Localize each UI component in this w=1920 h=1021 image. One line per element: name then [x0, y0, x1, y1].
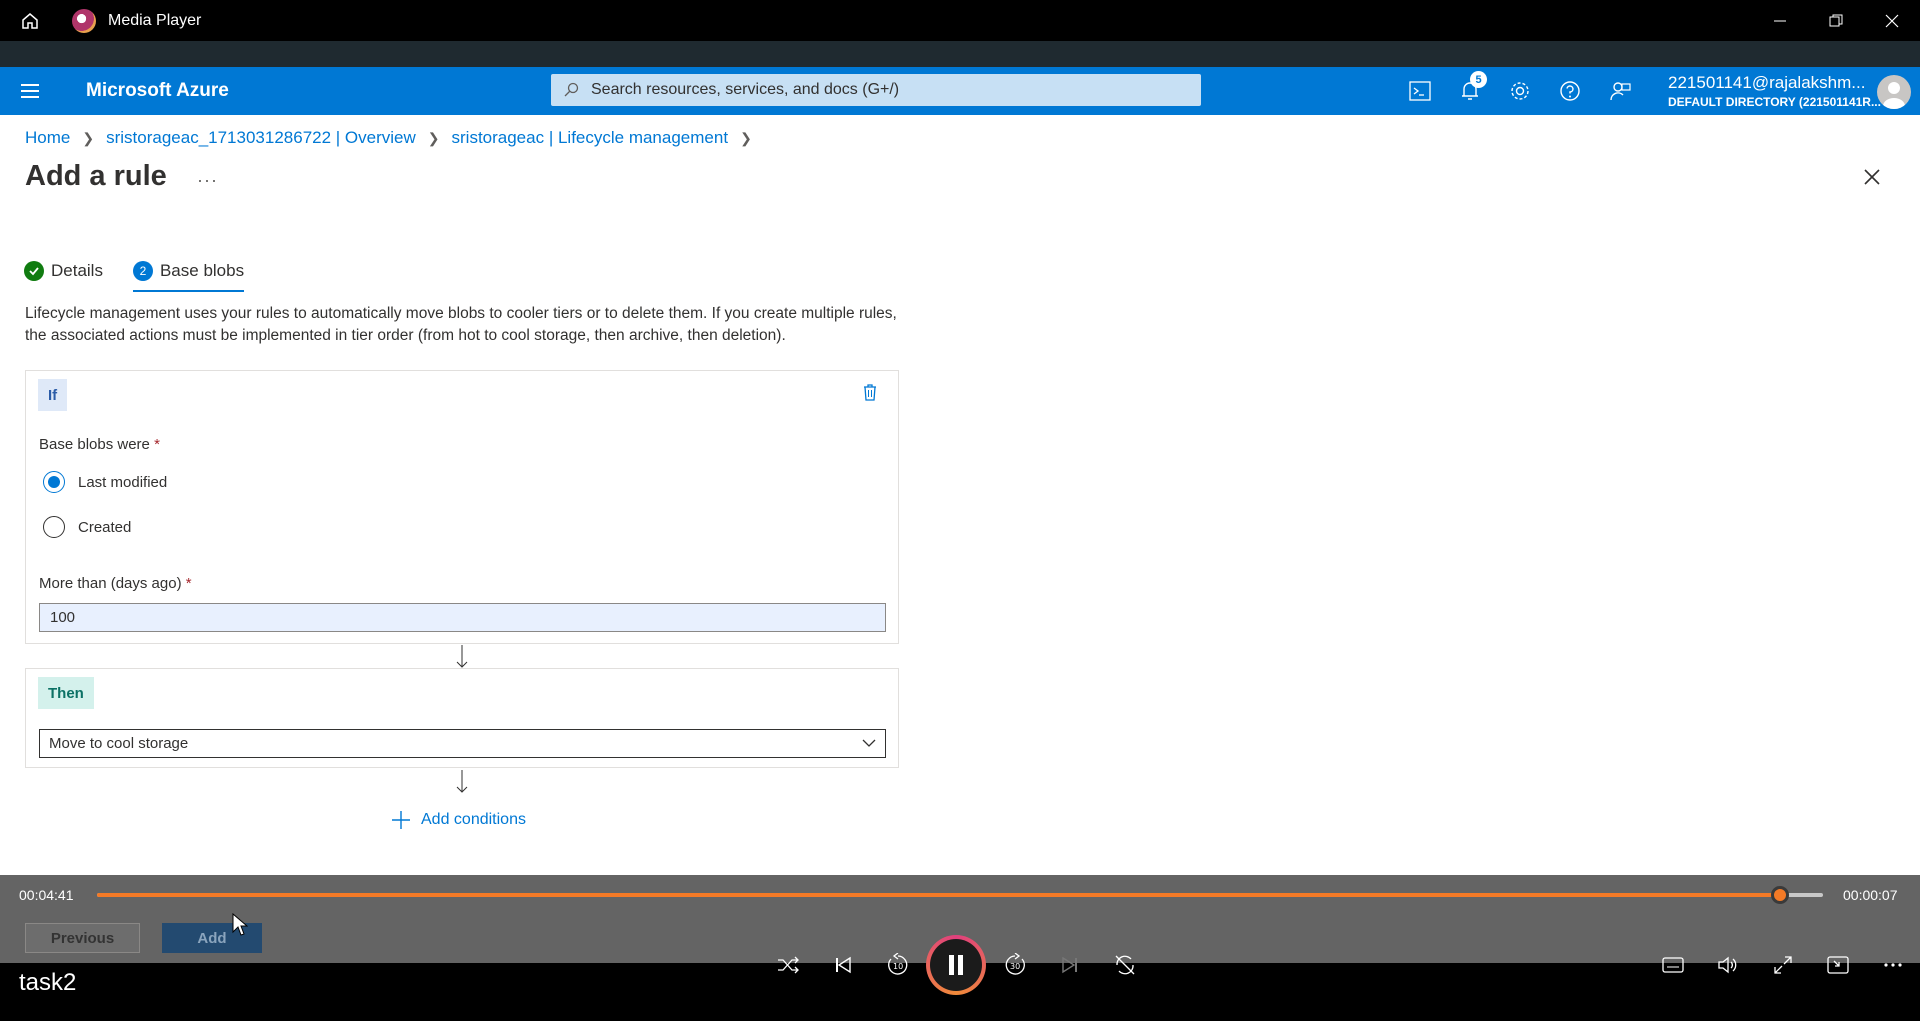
days-label-text: More than (days ago) — [39, 575, 182, 592]
search-input[interactable]: Search resources, services, and docs (G+… — [551, 74, 1201, 106]
tab-details[interactable]: Details — [24, 255, 103, 287]
media-name: task2 — [19, 969, 77, 996]
required-mark: * — [185, 575, 192, 592]
breadcrumb-overview[interactable]: sristorageac_1713031286722 | Overview — [106, 128, 416, 148]
then-card: Then Move to cool storage — [25, 668, 899, 768]
pause-button[interactable] — [925, 935, 987, 995]
tab-details-label: Details — [51, 261, 103, 280]
close-icon[interactable] — [1862, 167, 1886, 191]
repeat-off-icon[interactable] — [1097, 935, 1152, 995]
mini-player-icon[interactable] — [1810, 935, 1865, 995]
add-conditions-label: Add conditions — [421, 811, 526, 828]
notifications-badge: 5 — [1470, 71, 1487, 88]
help-icon[interactable] — [1545, 67, 1595, 115]
base-blobs-label: Base blobs were * — [39, 436, 160, 453]
menu-icon[interactable] — [0, 84, 60, 98]
tab-base-blobs-label: Base blobs — [159, 261, 245, 280]
account-directory: DEFAULT DIRECTORY (221501141R... — [1668, 95, 1881, 109]
settings-gear-icon[interactable] — [1495, 67, 1545, 115]
if-card: If Base blobs were * Last modified Creat… — [25, 370, 899, 644]
media-player-titlebar: Media Player — [0, 0, 1920, 41]
radio-last-modified-label: Last modified — [78, 473, 168, 491]
close-window-icon[interactable] — [1864, 0, 1920, 41]
video-top-strip — [0, 41, 1920, 67]
pause-icon — [930, 939, 982, 991]
if-tag: If — [38, 379, 68, 411]
avatar[interactable] — [1877, 75, 1911, 109]
account-user: 221501141@rajalakshm... — [1668, 73, 1866, 92]
volume-icon[interactable] — [1700, 935, 1755, 995]
breadcrumb: Home ❯ sristorageac_1713031286722 | Over… — [25, 128, 764, 148]
account-menu[interactable]: 221501141@rajalakshm... DEFAULT DIRECTOR… — [1668, 73, 1881, 109]
more-icon[interactable] — [1865, 935, 1920, 995]
tab-base-blobs[interactable]: 2 Base blobs — [132, 255, 245, 292]
breadcrumb-home[interactable]: Home — [25, 128, 70, 148]
required-mark: * — [154, 436, 160, 453]
arrow-down-icon — [456, 645, 468, 669]
page-title: Add a rule — [25, 160, 167, 192]
more-options-icon[interactable]: ··· — [197, 170, 218, 191]
mouse-cursor-icon — [232, 912, 249, 942]
minimize-icon[interactable] — [1752, 0, 1808, 41]
search-icon — [564, 82, 579, 97]
description-text: Lifecycle management uses your rules to … — [25, 305, 897, 344]
chevron-right-icon: ❯ — [427, 129, 440, 146]
action-select[interactable]: Move to cool storage — [39, 729, 886, 758]
portal-content: Home ❯ sristorageac_1713031286722 | Over… — [0, 115, 1920, 875]
rewind-10-icon[interactable]: 10 — [870, 935, 925, 995]
checkmark-icon — [24, 261, 44, 281]
then-tag: Then — [38, 677, 94, 709]
previous-button[interactable]: Previous — [25, 923, 140, 953]
svg-text:30: 30 — [1010, 962, 1020, 971]
cloud-shell-icon[interactable] — [1395, 67, 1445, 115]
app-title: Media Player — [108, 11, 202, 29]
media-player-logo-icon — [72, 8, 96, 33]
next-track-icon[interactable] — [1042, 935, 1097, 995]
arrow-down-icon — [456, 770, 468, 794]
forward-30-icon[interactable]: 30 — [987, 935, 1042, 995]
chevron-right-icon: ❯ — [740, 129, 752, 146]
radio-created-label: Created — [78, 518, 132, 536]
chevron-right-icon: ❯ — [82, 129, 95, 146]
time-remaining: 00:00:07 — [1843, 887, 1898, 903]
feedback-icon[interactable] — [1595, 67, 1645, 115]
radio-created[interactable]: Created — [43, 516, 131, 538]
azure-brand[interactable]: Microsoft Azure — [86, 80, 229, 102]
seek-bar[interactable] — [97, 886, 1823, 904]
previous-track-icon[interactable] — [815, 935, 870, 995]
base-blobs-label-text: Base blobs were — [39, 436, 150, 453]
player-side-controls — [1645, 935, 1920, 995]
chevron-down-icon — [861, 735, 877, 755]
radio-unselected-icon — [43, 516, 65, 538]
home-icon[interactable] — [0, 0, 60, 41]
captions-icon[interactable] — [1645, 935, 1700, 995]
wizard-tabs: Details 2 Base blobs — [24, 255, 274, 292]
delete-trash-icon[interactable] — [862, 383, 878, 406]
radio-selected-icon — [43, 471, 65, 493]
shuffle-icon[interactable] — [760, 935, 815, 995]
days-label: More than (days ago) * — [39, 575, 192, 592]
fullscreen-icon[interactable] — [1755, 935, 1810, 995]
azure-top-bar: Microsoft Azure Search resources, servic… — [0, 67, 1920, 115]
seek-thumb[interactable] — [1770, 886, 1789, 904]
search-placeholder: Search resources, services, and docs (G+… — [591, 81, 900, 98]
restore-icon[interactable] — [1808, 0, 1864, 41]
days-ago-input[interactable]: 100 — [39, 603, 886, 632]
step-number: 2 — [132, 261, 153, 281]
time-current: 00:04:41 — [19, 887, 74, 903]
notifications-icon[interactable]: 5 — [1445, 67, 1495, 115]
seek-bar-progress — [97, 893, 1780, 897]
radio-last-modified[interactable]: Last modified — [43, 471, 167, 493]
playback-controls: 10 30 — [760, 935, 1152, 995]
plus-icon — [392, 811, 410, 829]
add-conditions-button[interactable]: Add conditions — [391, 810, 526, 830]
breadcrumb-lifecycle[interactable]: sristorageac | Lifecycle management — [452, 128, 729, 148]
svg-text:10: 10 — [893, 962, 903, 971]
action-select-value: Move to cool storage — [49, 735, 189, 752]
